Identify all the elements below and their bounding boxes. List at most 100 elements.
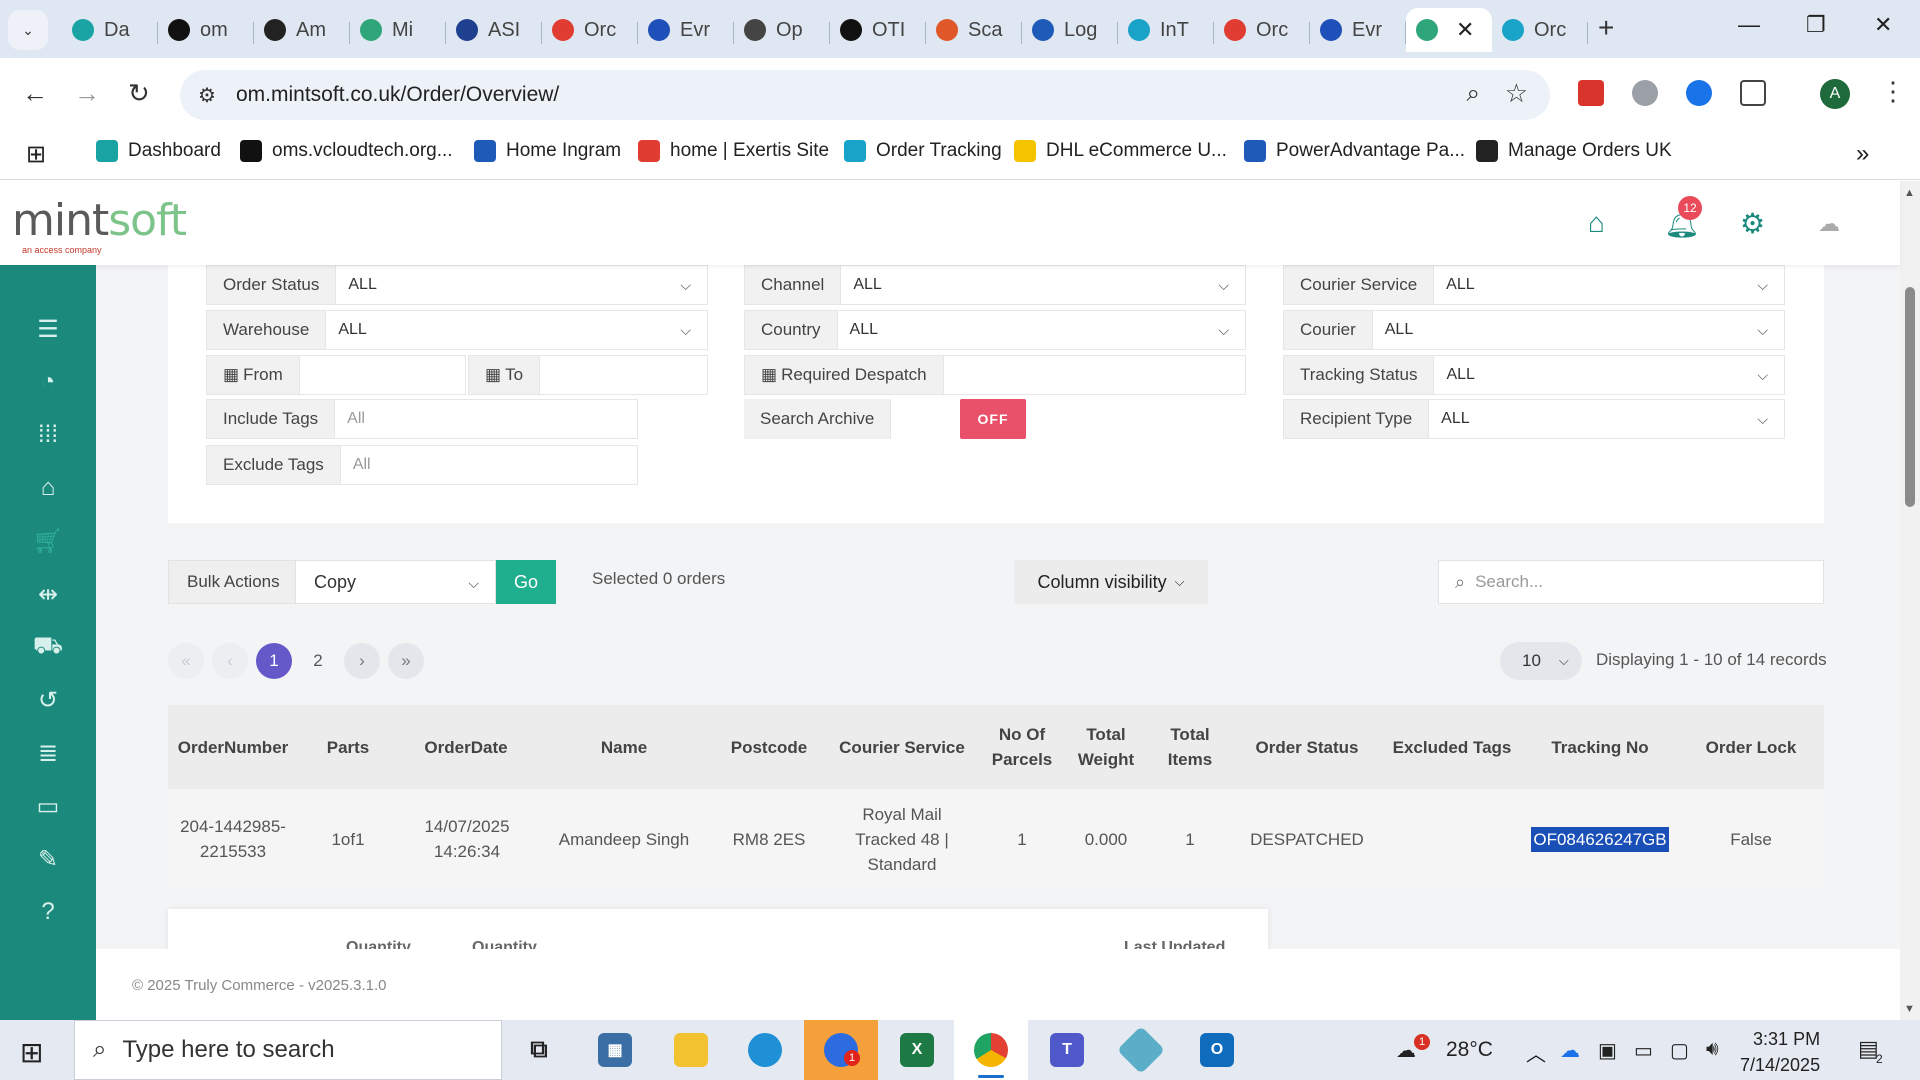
browser-tab[interactable]: om <box>158 8 254 52</box>
col-order-number[interactable]: OrderNumber <box>168 705 298 789</box>
chrome-app[interactable] <box>954 1020 1028 1080</box>
monitor-icon[interactable]: ▭ <box>34 792 62 820</box>
courier-filter[interactable]: Courier ALL ⌵ <box>1283 310 1785 350</box>
minimize-button[interactable]: — <box>1738 12 1760 38</box>
go-button[interactable]: Go <box>496 560 556 604</box>
browser-tab[interactable]: Log <box>1022 8 1118 52</box>
network-icon[interactable]: ▢ <box>1670 1038 1689 1063</box>
task-view-button[interactable]: ⧉ <box>502 1020 576 1080</box>
calculator-app[interactable]: ▦ <box>578 1020 652 1080</box>
file-explorer-app[interactable] <box>654 1020 728 1080</box>
teams-app[interactable]: T <box>1030 1020 1104 1080</box>
menu-list-icon[interactable]: ☰ <box>34 315 62 343</box>
browser-tab[interactable]: Orc <box>542 8 638 52</box>
courier-service-select[interactable]: ALL ⌵ <box>1434 266 1784 304</box>
restore-button[interactable]: ❐ <box>1806 12 1826 38</box>
cell-order-number[interactable]: 204-1442985-2215533 <box>168 789 298 889</box>
bookmark-star-icon[interactable]: ☆ <box>1505 78 1528 109</box>
pdf-extension-icon[interactable] <box>1578 80 1604 106</box>
close-window-button[interactable]: ✕ <box>1874 12 1892 38</box>
courier-select[interactable]: ALL ⌵ <box>1373 311 1784 349</box>
col-parts[interactable]: Parts <box>298 705 398 789</box>
scroll-up-arrow[interactable]: ▲ <box>1904 187 1915 199</box>
warehouse-select[interactable]: ALL ⌵ <box>326 311 707 349</box>
weather-temp[interactable]: 28°C <box>1446 1038 1493 1062</box>
excel-app[interactable]: X <box>880 1020 954 1080</box>
tracking-status-select[interactable]: ALL ⌵ <box>1434 356 1784 394</box>
required-despatch-input[interactable] <box>944 356 1245 394</box>
gear-icon[interactable]: ⚙ <box>1740 207 1765 240</box>
bookmark-item[interactable]: Dashboard <box>96 140 221 162</box>
col-postcode[interactable]: Postcode <box>714 705 824 789</box>
bookmark-item[interactable]: DHL eCommerce U... <box>1014 140 1227 162</box>
outlook-app[interactable]: O <box>1180 1020 1254 1080</box>
page-scrollbar[interactable]: ▲ ▼ <box>1900 181 1920 1020</box>
col-parcels[interactable]: No Of Parcels <box>980 705 1064 789</box>
cart-icon[interactable]: 🛒︎ <box>33 527 63 555</box>
channel-select[interactable]: ALL ⌵ <box>841 266 1245 304</box>
from-date-filter[interactable]: ▦ From <box>206 355 466 395</box>
home-icon[interactable]: ⌂ <box>34 474 62 502</box>
browser-tab[interactable]: ASI <box>446 8 542 52</box>
browser-tab[interactable]: InT <box>1118 8 1214 52</box>
home-icon[interactable]: ⌂ <box>1588 207 1605 239</box>
extensions-puzzle-icon[interactable] <box>1740 80 1766 106</box>
col-order-date[interactable]: OrderDate <box>398 705 534 789</box>
scroll-thumb[interactable] <box>1905 287 1915 507</box>
volume-icon[interactable]: 🔊︎ <box>1706 1038 1719 1061</box>
first-page-button[interactable]: « <box>168 643 204 679</box>
search-archive-toggle[interactable]: OFF <box>960 399 1026 439</box>
last-page-button[interactable]: » <box>388 643 424 679</box>
plus-extension-icon[interactable] <box>1686 80 1712 106</box>
active-browser-tab[interactable]: ✕ <box>1406 8 1492 52</box>
browser-tab[interactable]: Evr <box>638 8 734 52</box>
country-select[interactable]: ALL ⌵ <box>838 311 1245 349</box>
apps-grid-icon[interactable]: ⊞ <box>26 140 46 169</box>
browser-tab[interactable]: Mi <box>350 8 446 52</box>
browser-tab[interactable]: Da <box>62 8 158 52</box>
browser-tab[interactable]: Orc <box>1214 8 1310 52</box>
col-order-status[interactable]: Order Status <box>1232 705 1382 789</box>
zoom-app[interactable]: 1 <box>804 1020 878 1080</box>
browser-tab[interactable]: Op <box>734 8 830 52</box>
page-1-button[interactable]: 1 <box>256 643 292 679</box>
recipient-type-select[interactable]: ALL ⌵ <box>1429 400 1784 438</box>
apps-grid-icon[interactable]: ⁞⁞⁞ <box>34 421 62 449</box>
forward-button[interactable]: → <box>74 78 100 109</box>
back-button[interactable]: ← <box>22 78 48 109</box>
tracking-number-text[interactable]: OF084626247GB <box>1531 826 1669 852</box>
tracking-status-filter[interactable]: Tracking Status ALL ⌵ <box>1283 355 1785 395</box>
bookmark-item[interactable]: Manage Orders UK <box>1476 140 1672 162</box>
col-name[interactable]: Name <box>534 705 714 789</box>
order-status-filter[interactable]: Order Status ALL ⌵ <box>206 265 708 305</box>
courier-service-filter[interactable]: Courier Service ALL ⌵ <box>1283 265 1785 305</box>
bulk-actions-select[interactable]: Copy ⌵ <box>295 560 496 604</box>
taskbar-search-box[interactable]: ⌕ Type here to search <box>74 1020 502 1080</box>
reload-button[interactable]: ↻ <box>128 78 150 109</box>
browser-tab[interactable]: Sca <box>926 8 1022 52</box>
table-search-input[interactable]: ⌕ Search... <box>1438 560 1824 604</box>
from-date-input[interactable] <box>300 356 465 394</box>
next-page-button[interactable]: › <box>344 643 380 679</box>
weather-icon[interactable]: ☁ <box>1396 1038 1416 1063</box>
col-total-weight[interactable]: Total Weight <box>1064 705 1148 789</box>
database-icon[interactable]: ≣ <box>34 739 62 767</box>
edge-app[interactable] <box>728 1020 802 1080</box>
browser-tab[interactable]: Am <box>254 8 350 52</box>
page-size-select[interactable]: 10 ⌵ <box>1500 642 1582 680</box>
browser-tab[interactable]: Evr <box>1310 8 1406 52</box>
windows-start-icon[interactable]: ⊞ <box>20 1036 43 1069</box>
site-info-icon[interactable]: ⚙ <box>198 83 216 108</box>
browser-tab[interactable]: OTI <box>830 8 926 52</box>
more-bookmarks-icon[interactable]: » <box>1856 140 1869 168</box>
bookmark-item[interactable]: Home Ingram <box>474 140 621 162</box>
system-clock[interactable]: 3:31 PM 7/14/2025 <box>1740 1026 1820 1078</box>
order-status-select[interactable]: ALL ⌵ <box>336 266 707 304</box>
include-tags-input[interactable]: All <box>335 400 637 438</box>
zoom-icon[interactable]: ⌕ <box>1467 80 1480 108</box>
company-logo-icon[interactable]: ☁ <box>1818 211 1840 237</box>
returns-icon[interactable]: ↺ <box>34 686 62 714</box>
battery-icon[interactable]: ▭ <box>1634 1038 1653 1063</box>
security-icon[interactable]: ▣ <box>1598 1038 1617 1063</box>
page-2-button[interactable]: 2 <box>300 643 336 679</box>
